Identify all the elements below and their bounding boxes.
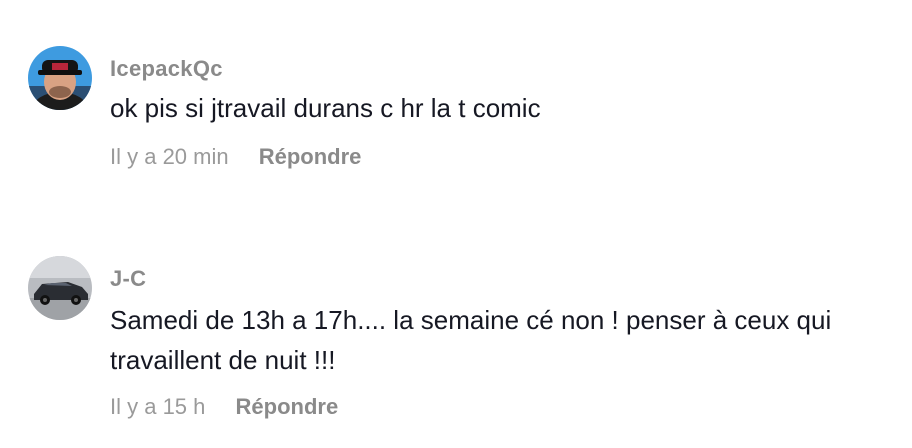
comment-text: Samedi de 13h a 17h.... la semaine cé no… <box>110 305 832 375</box>
comment-timestamp: Il y a 20 min <box>110 144 229 169</box>
comment-meta: Il y a 15 h Répondre <box>110 394 338 420</box>
comment-text: ok pis si jtravail durans c hr la t comi… <box>110 93 541 123</box>
car-avatar-icon <box>28 256 92 320</box>
comment-username[interactable]: IcepackQc <box>110 56 223 82</box>
comment-username[interactable]: J-C <box>110 266 146 292</box>
comment-meta: Il y a 20 min Répondre <box>110 144 361 170</box>
avatar[interactable] <box>28 46 92 110</box>
avatar[interactable] <box>28 256 92 320</box>
user-avatar-icon <box>28 46 92 110</box>
comment-timestamp: Il y a 15 h <box>110 394 206 419</box>
reply-button[interactable]: Répondre <box>259 144 362 169</box>
reply-button[interactable]: Répondre <box>236 394 339 419</box>
